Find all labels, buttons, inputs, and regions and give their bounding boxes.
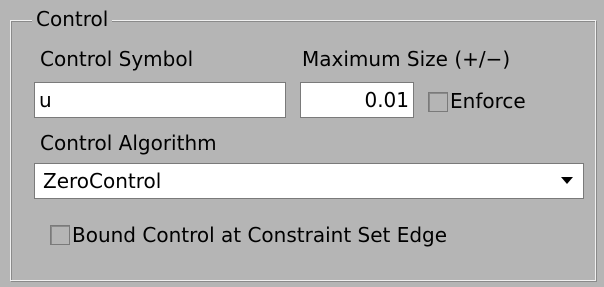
control-algorithm-select[interactable]: ZeroControl xyxy=(34,163,584,199)
bound-control-checkbox[interactable] xyxy=(50,225,70,245)
control-symbol-label: Control Symbol xyxy=(40,47,194,71)
enforce-label: Enforce xyxy=(450,89,526,113)
control-group-title: Control xyxy=(32,6,113,32)
control-algorithm-label: Control Algorithm xyxy=(40,131,217,155)
chevron-down-icon[interactable] xyxy=(561,177,573,184)
control-symbol-input[interactable]: u xyxy=(34,82,286,118)
enforce-checkbox[interactable] xyxy=(428,92,448,112)
bound-control-label: Bound Control at Constraint Set Edge xyxy=(72,223,448,247)
maximum-size-label: Maximum Size (+/−) xyxy=(302,47,511,71)
control-algorithm-value: ZeroControl xyxy=(43,169,162,193)
control-panel: Control Control Symbol u Maximum Size (+… xyxy=(0,0,604,287)
maximum-size-input[interactable]: 0.01 xyxy=(300,82,414,118)
